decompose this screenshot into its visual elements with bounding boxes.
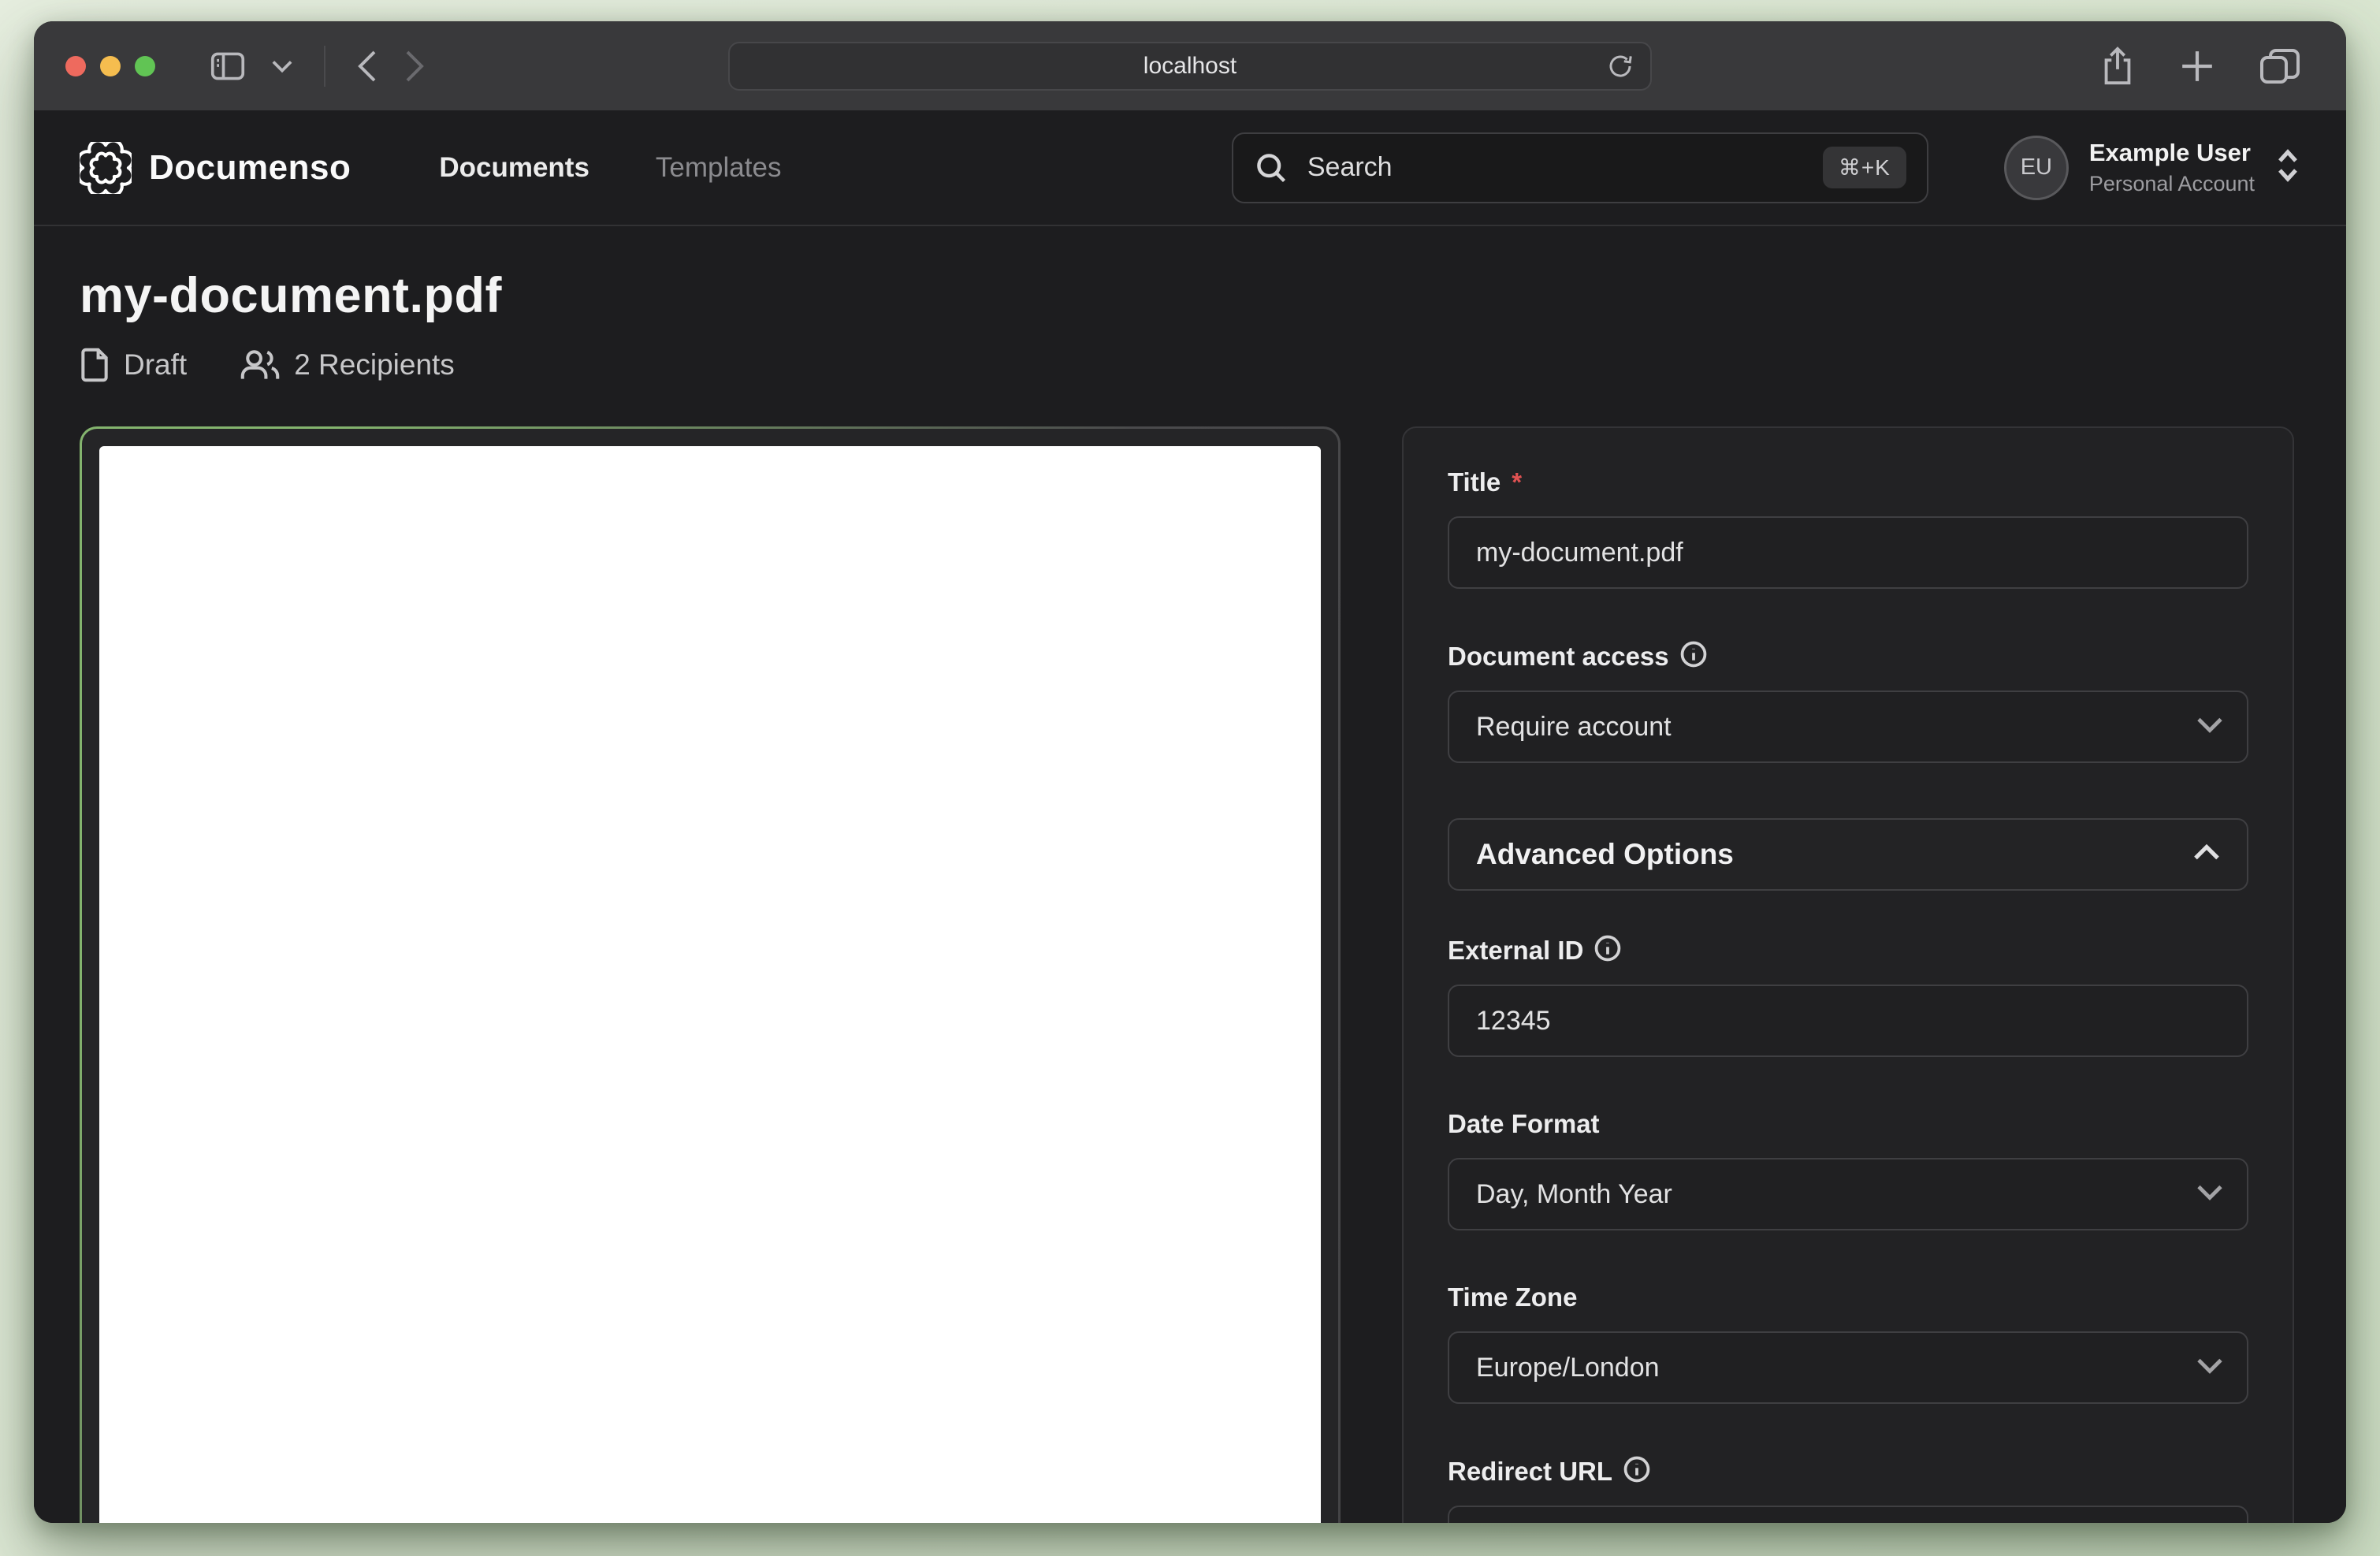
redirect-url-field: Redirect URL (1448, 1456, 2248, 1523)
sidebar-toggle-icon[interactable] (210, 51, 245, 81)
status-badge: Draft (80, 348, 187, 382)
user-account: Personal Account (2089, 172, 2255, 196)
title-input[interactable] (1476, 538, 2220, 568)
redirect-url-label: Redirect URL (1448, 1457, 1612, 1487)
documenso-logo-icon (80, 142, 132, 194)
page-title: my-document.pdf (80, 267, 2300, 324)
info-icon[interactable] (1594, 935, 1621, 966)
tab-group-chevron-icon[interactable] (272, 59, 292, 73)
reload-icon[interactable] (1606, 52, 1634, 80)
brand-name: Documenso (149, 148, 351, 188)
zoom-window-button[interactable] (135, 56, 155, 76)
toolbar-right-group (2100, 47, 2315, 86)
title-input-wrap (1448, 516, 2248, 589)
chevron-down-icon (2196, 1357, 2223, 1379)
date-format-value: Day, Month Year (1476, 1179, 1672, 1210)
recipients-text: 2 Recipients (294, 348, 455, 382)
recipients-badge: 2 Recipients (240, 348, 455, 382)
avatar: EU (2004, 136, 2069, 200)
document-access-value: Require account (1476, 712, 1672, 743)
search-icon (1254, 151, 1289, 185)
forward-button-icon[interactable] (404, 50, 425, 83)
title-label: Title (1448, 467, 1501, 497)
redirect-url-input-wrap (1448, 1506, 2248, 1523)
user-name: Example User (2089, 139, 2255, 167)
status-text: Draft (124, 348, 187, 382)
time-zone-label: Time Zone (1448, 1282, 1577, 1312)
app-header: Documenso Documents Templates Search ⌘+K… (34, 110, 2346, 226)
user-meta: Example User Personal Account (2089, 139, 2255, 196)
file-icon (80, 348, 110, 382)
search-placeholder: Search (1307, 152, 1804, 183)
nav-templates[interactable]: Templates (656, 152, 782, 184)
user-menu[interactable]: EU Example User Personal Account (2004, 136, 2300, 200)
date-format-field: Date Format Day, Month Year (1448, 1109, 2248, 1230)
window-controls (65, 56, 155, 76)
pdf-page[interactable] (99, 446, 1321, 1523)
chevron-down-icon (2196, 717, 2223, 738)
users-icon (240, 348, 280, 382)
time-zone-value: Europe/London (1476, 1353, 1660, 1383)
close-window-button[interactable] (65, 56, 86, 76)
back-button-icon[interactable] (357, 50, 377, 83)
required-asterisk: * (1512, 467, 1522, 497)
status-row: Draft 2 Recipients (80, 348, 2300, 382)
browser-window: localhost Documenso Docu (34, 21, 2346, 1523)
tab-overview-icon[interactable] (2259, 48, 2300, 84)
external-id-input-wrap (1448, 985, 2248, 1057)
main-nav: Documents Templates (439, 152, 781, 184)
content-row: Title * Document access R (80, 426, 2300, 1523)
chevron-up-icon (2193, 844, 2220, 865)
minimize-window-button[interactable] (100, 56, 121, 76)
date-format-label: Date Format (1448, 1109, 1600, 1139)
main-content: my-document.pdf Draft 2 Recipients Title (34, 226, 2346, 1523)
document-preview-card (80, 426, 1341, 1523)
chevrons-up-down-icon (2275, 148, 2300, 187)
advanced-options-label: Advanced Options (1476, 838, 1734, 871)
search-shortcut-badge: ⌘+K (1823, 147, 1906, 188)
external-id-input[interactable] (1476, 1006, 2220, 1037)
document-access-select[interactable]: Require account (1448, 691, 2248, 763)
settings-panel: Title * Document access R (1402, 426, 2294, 1523)
external-id-label: External ID (1448, 936, 1583, 966)
time-zone-field: Time Zone Europe/London (1448, 1282, 2248, 1404)
nav-documents[interactable]: Documents (439, 152, 589, 184)
document-access-field: Document access Require account (1448, 641, 2248, 763)
document-access-label: Document access (1448, 642, 1669, 672)
share-icon[interactable] (2100, 47, 2135, 86)
address-bar-url[interactable]: localhost (1144, 53, 1236, 80)
search-bar[interactable]: Search ⌘+K (1232, 132, 1928, 203)
new-tab-icon[interactable] (2179, 48, 2215, 84)
time-zone-select[interactable]: Europe/London (1448, 1331, 2248, 1404)
info-icon[interactable] (1623, 1456, 1650, 1487)
date-format-select[interactable]: Day, Month Year (1448, 1158, 2248, 1230)
title-field: Title * (1448, 467, 2248, 589)
info-icon[interactable] (1680, 641, 1707, 672)
chevron-down-icon (2196, 1184, 2223, 1205)
toolbar-left-group (210, 46, 425, 87)
browser-toolbar: localhost (34, 21, 2346, 110)
address-bar[interactable]: localhost (728, 42, 1652, 91)
external-id-field: External ID (1448, 935, 2248, 1057)
brand[interactable]: Documenso (80, 142, 351, 194)
advanced-options-toggle[interactable]: Advanced Options (1448, 818, 2248, 891)
toolbar-divider (324, 46, 325, 87)
